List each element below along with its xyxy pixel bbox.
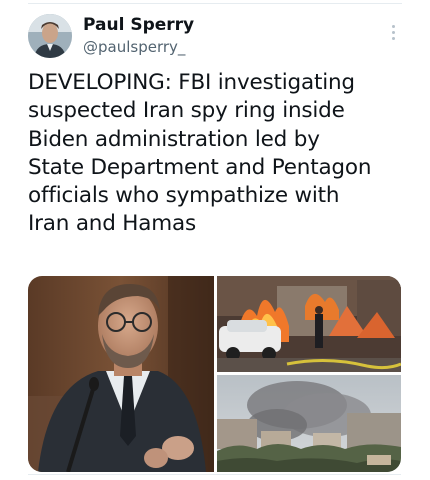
tweet-text: DEVELOPING: FBI investigating suspected …	[28, 70, 372, 237]
author-display-name[interactable]: Paul Sperry	[83, 14, 194, 36]
more-dot	[392, 31, 395, 34]
burning-cars-photo	[217, 276, 401, 372]
author-handle[interactable]: @paulsperry_	[83, 36, 194, 58]
divider	[28, 474, 401, 480]
avatar-photo	[28, 14, 72, 58]
man-speaking-photo	[28, 276, 214, 472]
media-image-3[interactable]	[217, 375, 401, 472]
avatar[interactable]	[28, 14, 72, 58]
tweet-header: Paul Sperry @paulsperry_	[28, 14, 408, 62]
divider	[28, 3, 402, 4]
media-image-1[interactable]	[28, 276, 214, 472]
tweet-card: Paul Sperry @paulsperry_ DEVELOPING: FBI…	[0, 0, 430, 480]
media-image-2[interactable]	[217, 276, 401, 372]
smoke-over-city-photo	[217, 375, 401, 472]
more-dot	[392, 37, 395, 40]
media-grid	[28, 276, 401, 472]
author-names: Paul Sperry @paulsperry_	[83, 14, 194, 58]
more-options-icon[interactable]	[390, 22, 398, 42]
more-dot	[392, 25, 395, 28]
